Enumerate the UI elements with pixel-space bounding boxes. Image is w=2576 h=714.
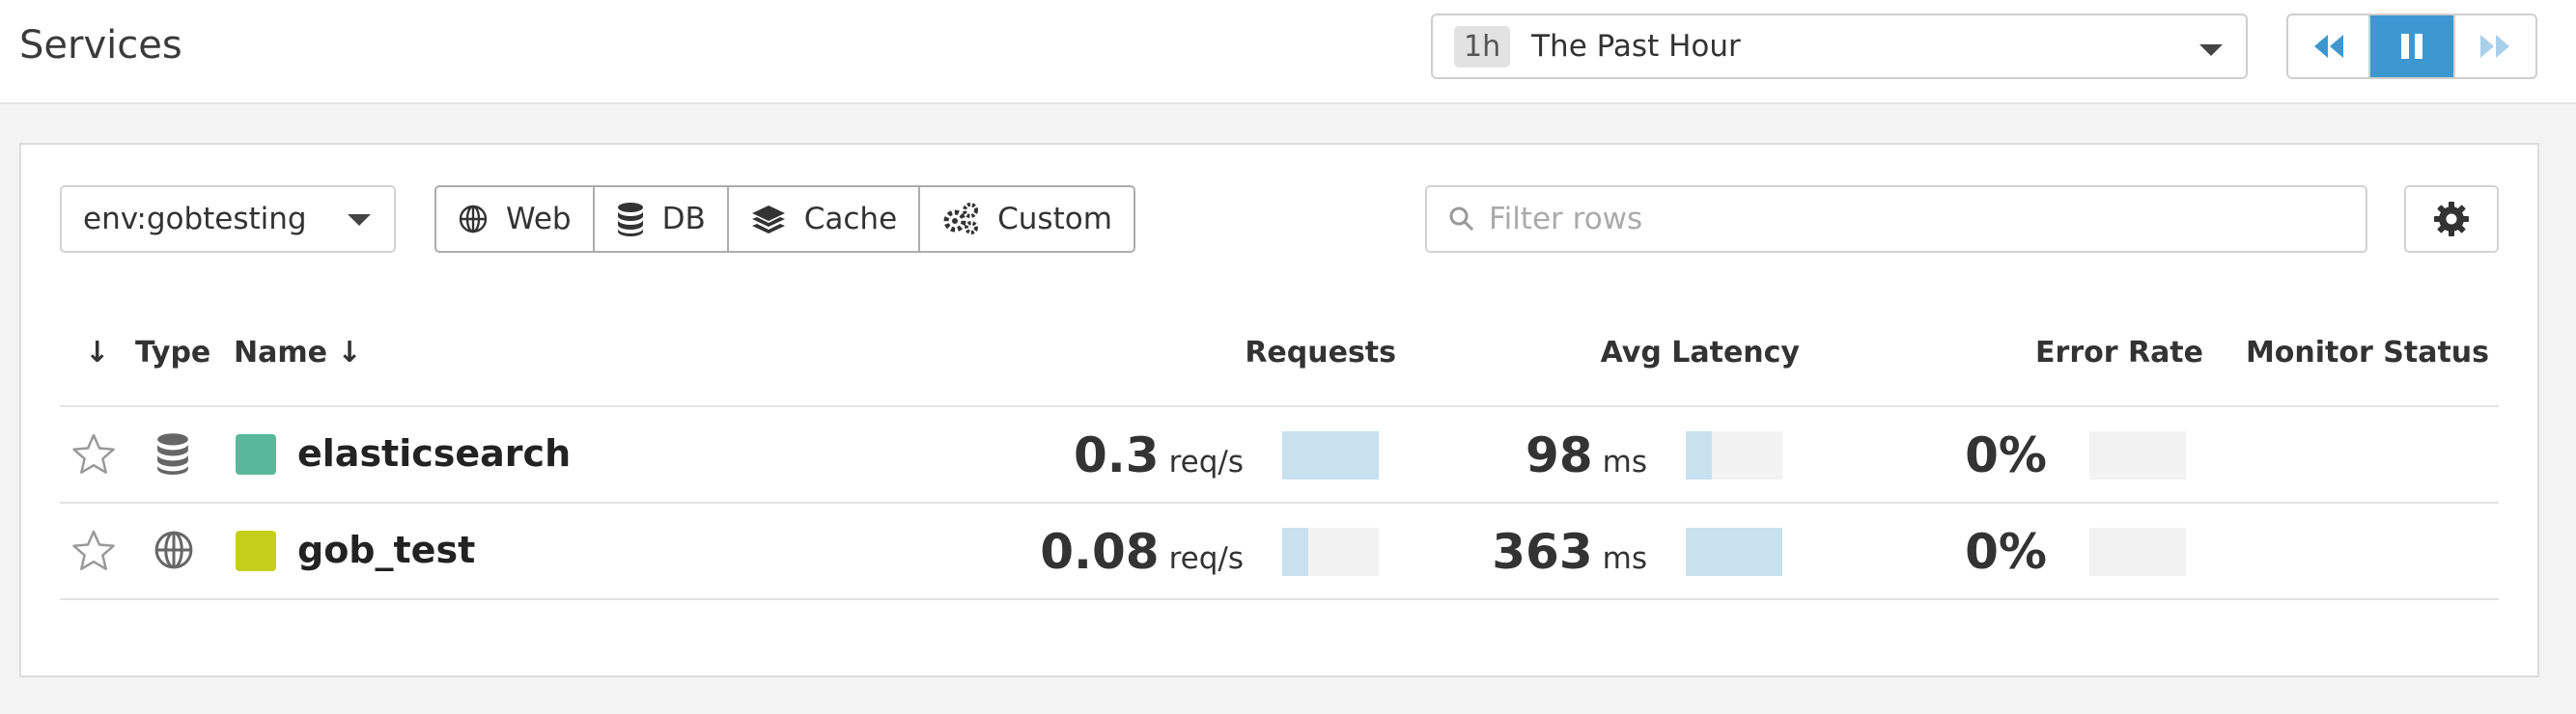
type-web-label: Web [506, 202, 572, 236]
env-select[interactable]: env:gobtesting [60, 185, 396, 253]
type-cache-label: Cache [803, 202, 898, 236]
playback-controls [2286, 14, 2537, 79]
requests-unit: req/s [1168, 445, 1244, 480]
search-icon [1449, 206, 1474, 232]
rewind-button[interactable] [2288, 15, 2371, 77]
latency-number: 98 [1526, 427, 1593, 483]
type-db-label: DB [661, 202, 706, 236]
latency-number: 363 [1492, 524, 1593, 580]
pause-icon [2401, 34, 2422, 59]
filter-rows-field[interactable] [1425, 185, 2367, 253]
service-color-swatch [236, 531, 276, 571]
requests-number: 0.08 [1040, 524, 1160, 580]
service-name-link[interactable]: elasticsearch [297, 430, 571, 477]
page-title: Services [19, 23, 182, 68]
type-custom-button[interactable]: Custom [920, 187, 1134, 251]
sort-star-header[interactable]: ↓ [85, 334, 109, 372]
avg-latency-bar [1686, 431, 1782, 480]
error-rate-value: 0% [1965, 525, 2047, 590]
latency-unit: ms [1602, 541, 1647, 576]
error-rate-number: 0% [1965, 524, 2047, 580]
settings-button[interactable] [2404, 185, 2499, 253]
column-header-monitor-status[interactable]: Monitor Status [2246, 334, 2489, 372]
column-header-avg-latency[interactable]: Avg Latency [1601, 334, 1800, 372]
type-custom-label: Custom [997, 202, 1112, 236]
requests-value: 0.3 req/s [1074, 428, 1244, 494]
type-db-button[interactable]: DB [595, 187, 729, 251]
timeframe-label: The Past Hour [1531, 29, 1741, 64]
service-type-filter: Web DB Cache Custom [434, 185, 1135, 253]
column-header-requests[interactable]: Requests [1245, 334, 1396, 372]
chevron-down-icon [348, 214, 371, 226]
rewind-icon [2313, 35, 2343, 58]
column-header-error-rate[interactable]: Error Rate [2035, 334, 2203, 372]
requests-unit: req/s [1168, 541, 1244, 576]
error-rate-bar [2089, 528, 2186, 576]
gear-icon [2434, 202, 2469, 236]
requests-number: 0.3 [1074, 427, 1160, 483]
service-name-link[interactable]: gob_test [297, 527, 475, 573]
pause-button[interactable] [2370, 15, 2453, 77]
timeframe-select[interactable]: 1h The Past Hour [1431, 14, 2248, 79]
type-web-button[interactable]: Web [436, 187, 595, 251]
star-icon[interactable] [71, 529, 116, 571]
layers-icon [751, 206, 785, 233]
service-color-swatch [236, 434, 276, 475]
latency-unit: ms [1602, 445, 1647, 480]
column-header-type[interactable]: Type [135, 334, 210, 372]
gears-icon [943, 203, 979, 234]
row-divider [60, 502, 2499, 504]
database-icon [157, 433, 188, 475]
env-label: env:gobtesting [83, 202, 307, 236]
header-divider [60, 405, 2499, 407]
chevron-down-icon [2199, 44, 2223, 56]
type-cache-button[interactable]: Cache [729, 187, 921, 251]
services-panel: env:gobtesting Web DB Cache Custom Filte… [19, 143, 2539, 677]
page-header: Services 1h The Past Hour [0, 0, 2576, 104]
error-rate-bar [2089, 431, 2186, 480]
star-icon[interactable] [71, 432, 116, 475]
globe-icon [459, 205, 488, 233]
timeframe-badge: 1h [1454, 25, 1511, 68]
avg-latency-value: 98 ms [1526, 428, 1647, 494]
globe-icon [154, 531, 193, 569]
requests-value: 0.08 req/s [1040, 525, 1244, 590]
requests-bar [1282, 528, 1379, 576]
error-rate-value: 0% [1965, 428, 2047, 494]
avg-latency-value: 363 ms [1492, 525, 1647, 590]
avg-latency-bar [1686, 528, 1782, 576]
fast-forward-icon [2480, 35, 2510, 58]
requests-bar [1282, 431, 1379, 480]
row-divider [60, 598, 2499, 600]
error-rate-number: 0% [1965, 427, 2047, 483]
column-header-name[interactable]: Name ↓ [234, 334, 362, 372]
filter-rows-input[interactable] [1489, 202, 2338, 236]
fast-forward-button[interactable] [2452, 15, 2535, 77]
database-icon [617, 203, 643, 236]
